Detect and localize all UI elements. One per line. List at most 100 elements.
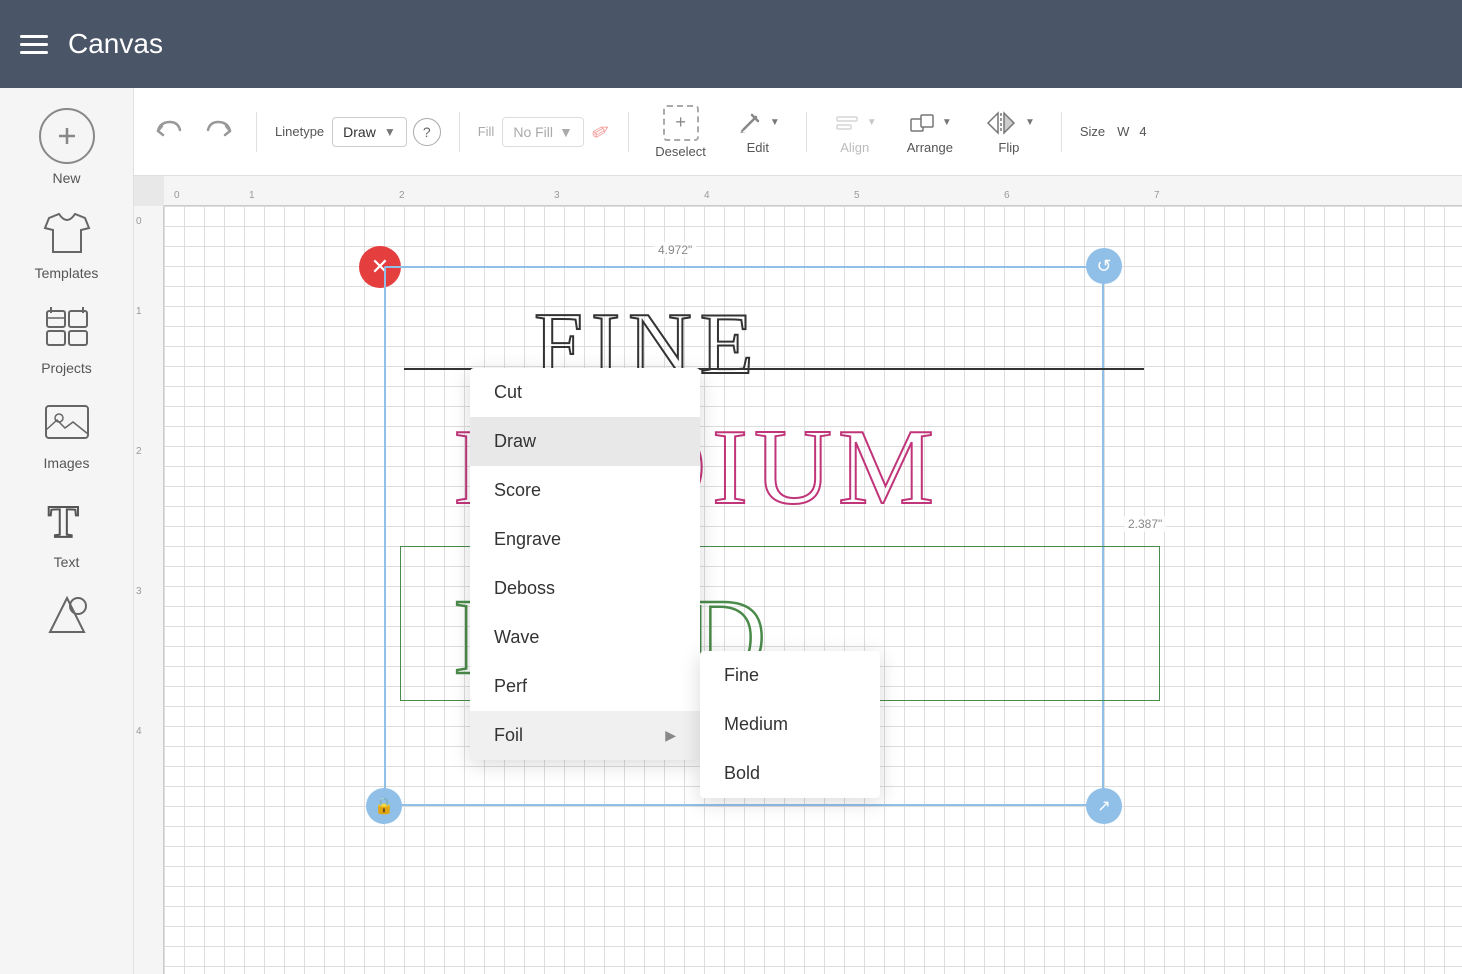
align-label: Align [840,140,869,155]
linetype-group: Linetype Draw ▼ ? [275,117,441,147]
divider-3 [628,112,629,152]
submenu-item-bold[interactable]: Bold [700,749,880,798]
size-w-label: W [1117,124,1129,139]
divider-2 [459,112,460,152]
lock-handle[interactable]: 🔒 [366,788,402,824]
foil-submenu: Fine Medium Bold [700,651,880,798]
flip-label: Flip [998,140,1019,155]
text-icon: T [44,495,90,548]
sidebar-item-text-label: Text [54,554,80,570]
app-header: Canvas [0,0,1462,88]
projects-icon [44,305,90,354]
fill-select[interactable]: No Fill ▼ [502,117,584,147]
align-dropdown-icon: ▼ [867,117,877,128]
sidebar-item-templates-label: Templates [35,265,99,281]
linetype-help-button[interactable]: ? [413,118,441,146]
size-group: Size W 4 [1080,124,1147,139]
linetype-dropdown: Cut Draw Score Engrave Deboss Wave [470,368,700,760]
ruler-num-4: 4 [704,190,710,201]
ruler-num-v-2: 2 [136,446,142,457]
tshirt-icon [43,210,91,259]
dropdown-item-foil[interactable]: Foil ▶ Fine Medium Bold [470,711,700,760]
dropdown-item-foil-label: Foil [494,725,523,746]
ruler-num-v-1: 1 [136,306,142,317]
dropdown-item-wave-label: Wave [494,627,539,648]
linetype-value: Draw [343,124,376,140]
ruler-num-v-3: 3 [136,586,142,597]
submenu-item-medium[interactable]: Medium [700,700,880,749]
dimension-width-label: 4.972" [654,242,696,258]
fill-label: Fill [478,124,495,139]
dropdown-item-deboss-label: Deboss [494,578,555,599]
fill-group: Fill No Fill ▼ ✏ [478,117,611,147]
ruler-num-3: 3 [554,190,560,201]
sidebar-item-templates[interactable]: Templates [12,200,122,291]
app-title: Canvas [68,28,163,60]
undo-button[interactable] [150,112,190,152]
toolbar: Linetype Draw ▼ ? Fill No Fill ▼ [134,88,1462,176]
ruler-top: 0 1 2 3 4 5 6 7 [164,176,1462,206]
sidebar-item-projects-label: Projects [41,360,92,376]
undo-redo-group [150,112,238,152]
linetype-chevron-icon: ▼ [384,125,396,139]
fill-value: No Fill [513,124,553,140]
dropdown-item-engrave[interactable]: Engrave [470,515,700,564]
dropdown-item-draw-label: Draw [494,431,536,452]
new-icon [39,108,95,164]
pencil-icon: ✏ [587,116,616,148]
menu-icon[interactable] [20,35,48,54]
dropdown-item-perf[interactable]: Perf [470,662,700,711]
sidebar-item-shapes[interactable] [12,584,122,653]
ruler-num-7: 7 [1154,190,1160,201]
shapes-icon [44,594,90,643]
submenu-item-fine-label: Fine [724,665,759,685]
linetype-label: Linetype [275,124,324,139]
resize-handle[interactable]: ↗ [1086,788,1122,824]
dropdown-item-engrave-label: Engrave [494,529,561,550]
arrange-label: Arrange [907,140,953,155]
dropdown-item-wave[interactable]: Wave [470,613,700,662]
linetype-select[interactable]: Draw ▼ [332,117,407,147]
dropdown-item-score-label: Score [494,480,541,501]
sidebar-item-new[interactable]: New [12,98,122,196]
flip-dropdown-icon: ▼ [1025,117,1035,128]
sidebar: New Templates [0,88,134,974]
size-label: Size [1080,124,1105,139]
dropdown-item-cut[interactable]: Cut [470,368,700,417]
sidebar-item-new-label: New [52,170,80,186]
divider-1 [256,112,257,152]
main-layout: New Templates [0,88,1462,974]
ruler-num-1: 1 [249,190,255,201]
submenu-item-fine[interactable]: Fine [700,651,880,700]
dropdown-item-draw[interactable]: Draw [470,417,700,466]
divider-4 [806,112,807,152]
dropdown-item-deboss[interactable]: Deboss [470,564,700,613]
canvas-area: 0 1 2 3 4 5 6 7 0 1 2 3 4 [134,176,1462,974]
edit-dropdown-icon: ▼ [770,117,780,128]
flip-button[interactable]: ▼ Flip [975,105,1043,159]
ruler-num-2: 2 [399,190,405,201]
deselect-button[interactable]: + Deselect [647,101,714,163]
submenu-item-bold-label: Bold [724,763,760,783]
sidebar-item-images-label: Images [44,455,90,471]
ruler-num-v-4: 4 [136,726,142,737]
canvas-content: ✕ ↺ 🔒 ↗ 4.972" 2.387" FINE [164,206,1462,974]
sidebar-item-text[interactable]: T Text [12,485,122,580]
align-button[interactable]: ▼ Align [825,105,885,159]
edit-button[interactable]: ▼ Edit [728,105,788,159]
fill-chevron-icon: ▼ [559,124,573,140]
edit-label: Edit [747,140,769,155]
ruler-num-6: 6 [1004,190,1010,201]
deselect-box-icon: + [663,105,699,141]
sidebar-item-images[interactable]: Images [12,390,122,481]
images-icon [43,400,91,449]
rotate-handle[interactable]: ↺ [1086,248,1122,284]
dropdown-item-cut-label: Cut [494,382,522,403]
size-value: 4 [1139,124,1146,139]
ruler-num-5: 5 [854,190,860,201]
dropdown-item-score[interactable]: Score [470,466,700,515]
sidebar-item-projects[interactable]: Projects [12,295,122,386]
ruler-left: 0 1 2 3 4 [134,206,164,974]
arrange-button[interactable]: ▼ Arrange [899,105,961,159]
redo-button[interactable] [198,112,238,152]
